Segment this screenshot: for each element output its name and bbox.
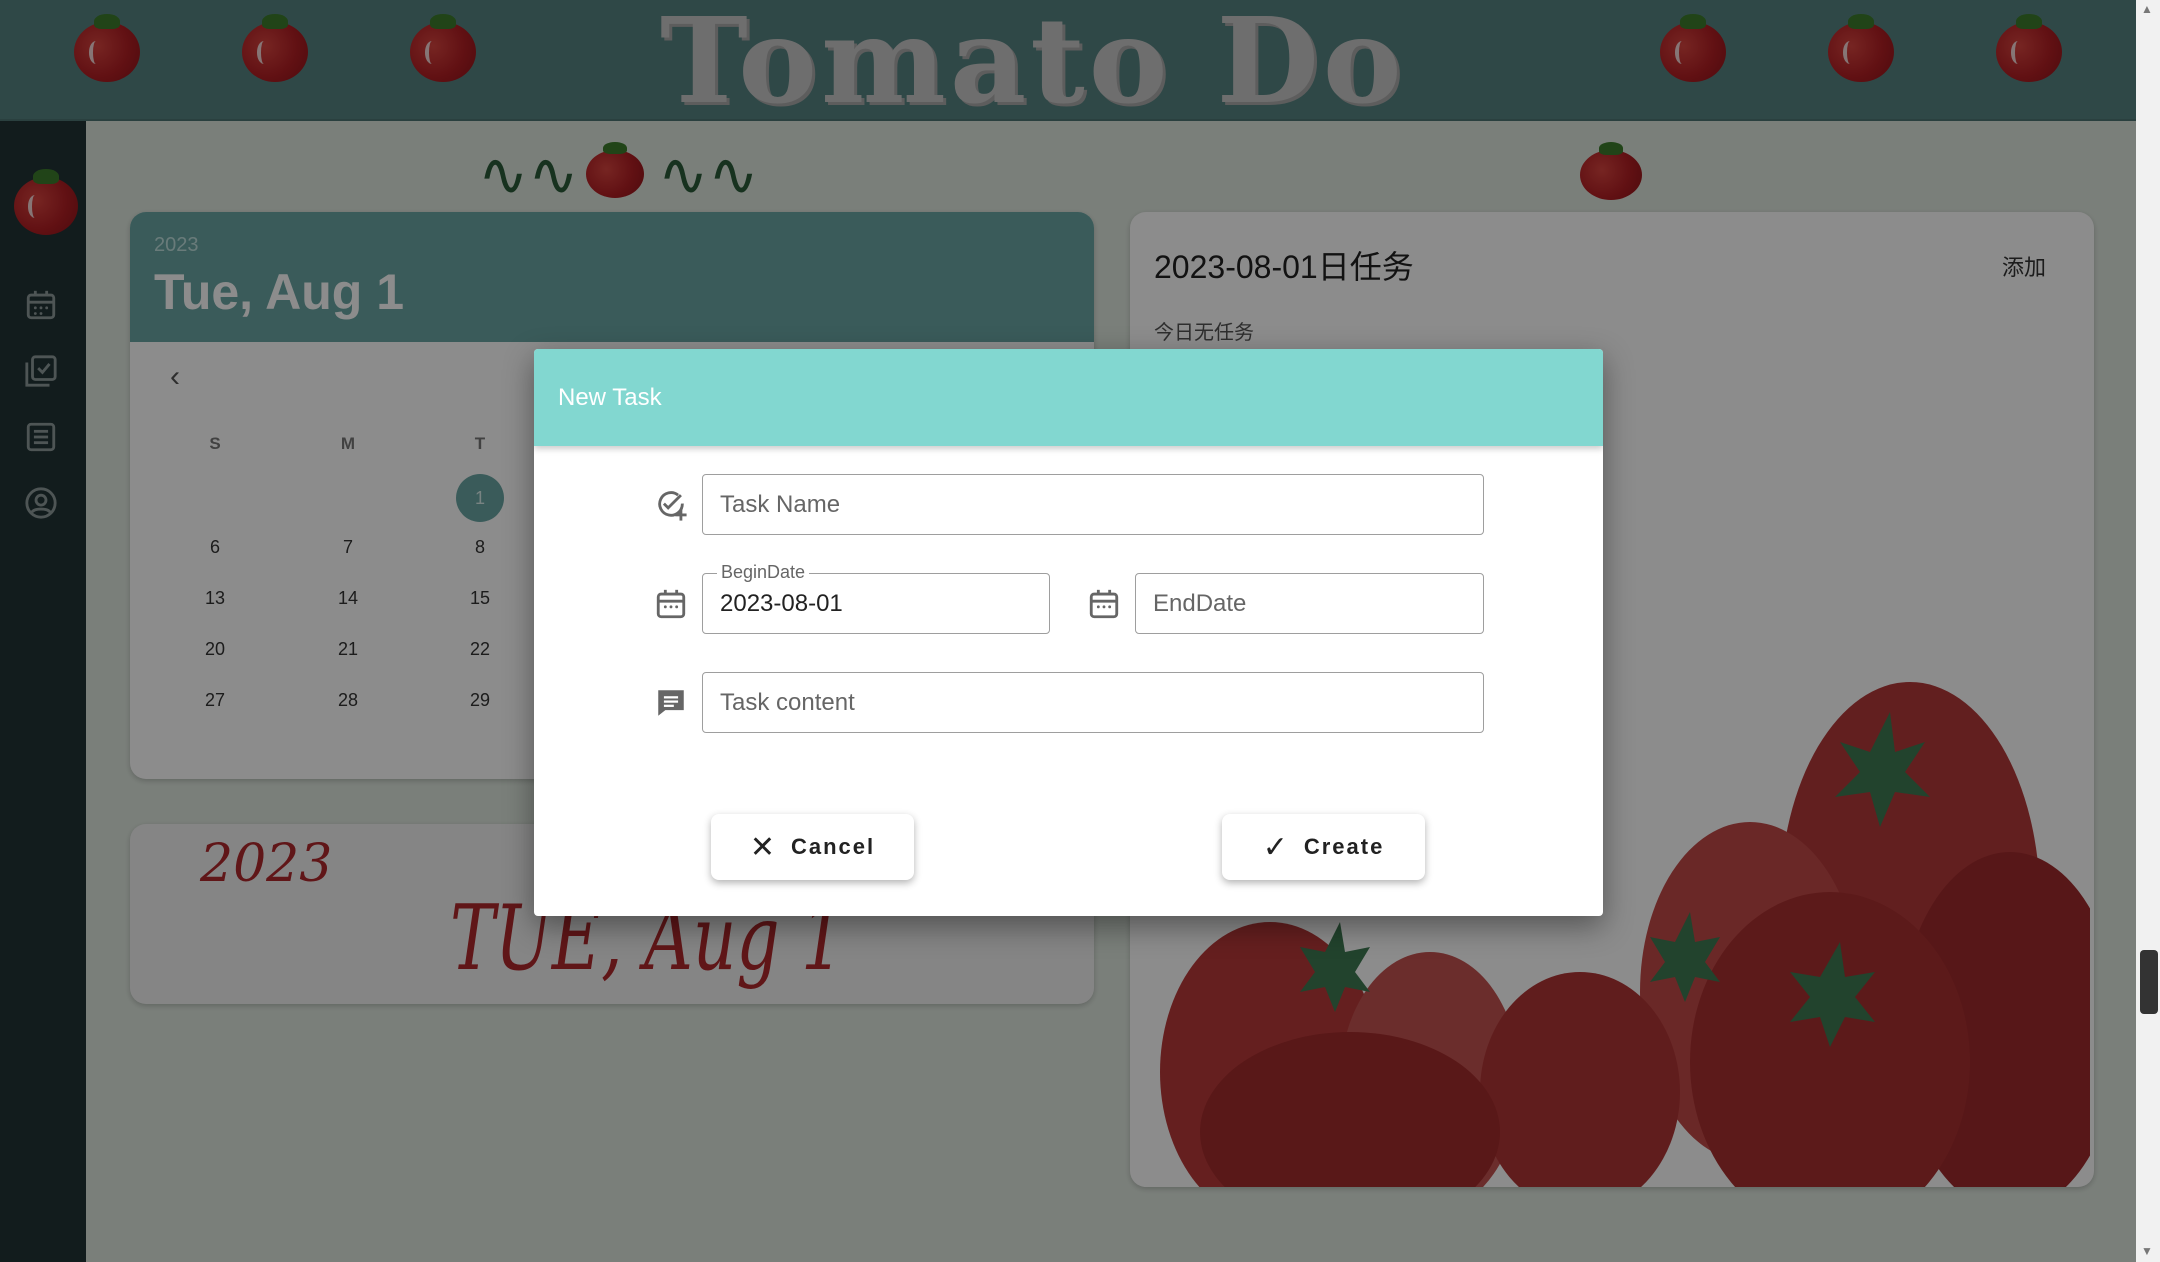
task-add-check-icon: [654, 488, 688, 522]
new-task-dialog: New Task BeginDate ✕ Cancel ✓ Create: [534, 349, 1603, 916]
cancel-button[interactable]: ✕ Cancel: [711, 814, 914, 880]
create-button[interactable]: ✓ Create: [1222, 814, 1425, 880]
page-scrollbar[interactable]: ▲ ▼: [2136, 0, 2160, 1262]
comment-icon: [654, 686, 688, 720]
create-button-label: Create: [1303, 834, 1385, 859]
task-name-field[interactable]: [702, 474, 1484, 535]
task-name-input[interactable]: [703, 475, 1483, 534]
end-date-field[interactable]: [1135, 573, 1484, 634]
scroll-down-icon[interactable]: ▼: [2141, 1244, 2153, 1258]
begin-date-label: BeginDate: [717, 562, 810, 583]
task-content-input[interactable]: [703, 673, 1483, 732]
close-icon: ✕: [749, 830, 777, 864]
scroll-thumb[interactable]: [2140, 950, 2158, 1014]
end-date-calendar-icon[interactable]: [1087, 587, 1121, 621]
cancel-button-label: Cancel: [790, 834, 876, 859]
begin-date-field[interactable]: BeginDate: [702, 562, 1050, 634]
scroll-up-icon[interactable]: ▲: [2141, 2, 2153, 16]
dialog-header: New Task: [534, 349, 1603, 446]
check-icon: ✓: [1262, 830, 1290, 864]
begin-date-calendar-icon[interactable]: [654, 587, 688, 621]
end-date-input[interactable]: [1136, 574, 1483, 633]
dialog-title: New Task: [558, 383, 662, 411]
task-content-field[interactable]: [702, 672, 1484, 733]
